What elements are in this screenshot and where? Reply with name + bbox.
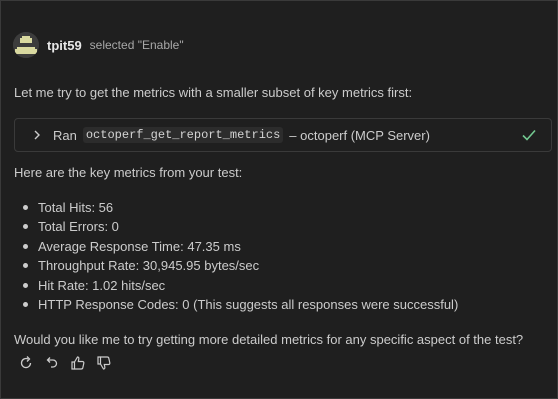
- list-item: HTTP Response Codes: 0 (This suggests al…: [23, 297, 458, 316]
- thumbs-up-icon[interactable]: [69, 354, 87, 372]
- tool-source: – octoperf (MCP Server): [289, 127, 430, 143]
- avatar: [13, 32, 39, 58]
- list-item: Average Response Time: 47.35 ms: [23, 239, 458, 258]
- retry-icon[interactable]: [17, 354, 35, 372]
- undo-icon[interactable]: [43, 354, 61, 372]
- message-header: tpit59 selected "Enable": [13, 31, 184, 59]
- username[interactable]: tpit59: [47, 38, 82, 53]
- metrics-list: Total Hits: 56 Total Errors: 0 Average R…: [23, 200, 458, 316]
- tool-call-row[interactable]: Ran octoperf_get_report_metrics – octope…: [14, 118, 552, 152]
- metrics-intro: Here are the key metrics from your test:: [14, 165, 243, 180]
- chevron-right-icon[interactable]: [33, 129, 43, 141]
- intro-text: Let me try to get the metrics with a sma…: [14, 85, 413, 100]
- tool-name: octoperf_get_report_metrics: [82, 127, 284, 143]
- chat-panel: tpit59 selected "Enable" Let me try to g…: [0, 0, 558, 399]
- list-item: Total Errors: 0: [23, 219, 458, 238]
- message-actions: [17, 354, 121, 372]
- tool-ran-label: Ran: [53, 127, 77, 143]
- list-item: Total Hits: 56: [23, 200, 458, 219]
- thumbs-down-icon[interactable]: [95, 354, 113, 372]
- selection-status: selected "Enable": [89, 38, 184, 52]
- list-item: Throughput Rate: 30,945.95 bytes/sec: [23, 258, 458, 277]
- list-item: Hit Rate: 1.02 hits/sec: [23, 278, 458, 297]
- check-icon: [521, 127, 537, 148]
- followup-question: Would you like me to try getting more de…: [14, 332, 524, 347]
